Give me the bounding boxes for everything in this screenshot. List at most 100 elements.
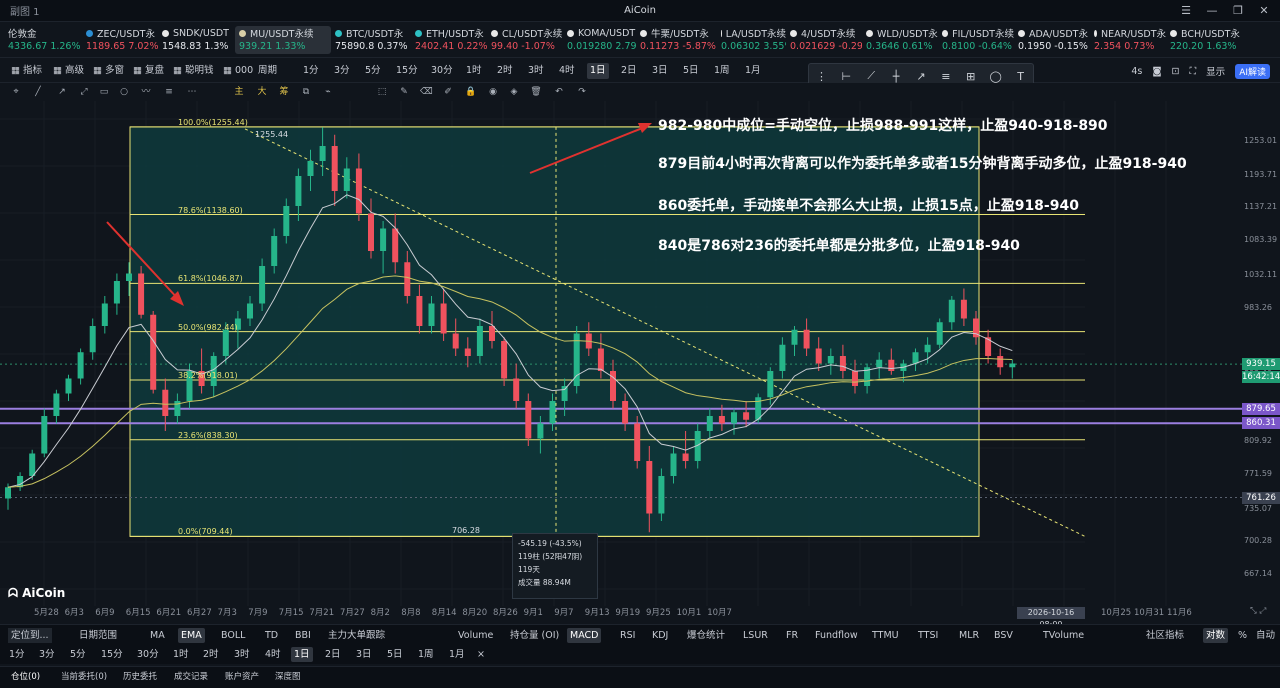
parallel-lines-icon[interactable]: ≡	[933, 70, 958, 83]
period-1[interactable]: 3分	[331, 63, 353, 79]
undo-icon[interactable]: ↶	[553, 86, 565, 98]
bottom-tab-1[interactable]: 当前委托(0)	[58, 670, 110, 685]
period-3[interactable]: 15分	[393, 63, 421, 79]
redo-icon[interactable]: ↷	[576, 86, 588, 98]
sub-period-13[interactable]: 1周	[415, 647, 437, 662]
sub-period-5[interactable]: 1时	[170, 647, 192, 662]
ticker-item[interactable]: FIL/USDT永续 0.8100 -0.64%	[942, 26, 1014, 54]
bottom-tab-5[interactable]: 深度图	[272, 670, 304, 685]
sub-indicator-12[interactable]: BSV	[991, 628, 1016, 643]
display-button[interactable]: 显示	[1206, 64, 1225, 78]
more-dots-icon[interactable]: ⋯	[186, 86, 198, 98]
period-2[interactable]: 5分	[362, 63, 384, 79]
layers-icon[interactable]: ◈	[508, 86, 520, 98]
ticker-item[interactable]: ADA/USDT永 0.1950 -0.15%	[1018, 26, 1090, 54]
sub-indicator-6[interactable]: LSUR	[740, 628, 771, 643]
eraser-icon[interactable]: ⌫	[420, 86, 433, 98]
right-option-1[interactable]: 对数	[1203, 628, 1229, 643]
ray-icon[interactable]: ↗	[56, 86, 68, 98]
sub-period-0[interactable]: 1分	[6, 647, 28, 662]
period-4[interactable]: 30分	[428, 63, 456, 79]
arrow-line-icon[interactable]: ↗	[909, 70, 934, 83]
period-10[interactable]: 2日	[618, 63, 640, 79]
period-label[interactable]: 周期	[255, 63, 280, 79]
sub-indicator-0[interactable]: Volume	[455, 628, 496, 643]
sub-indicator-4[interactable]: KDJ	[649, 628, 671, 643]
sub-period-7[interactable]: 3时	[231, 647, 253, 662]
window-tab[interactable]: 副图 1	[0, 3, 200, 18]
trash-icon[interactable]: 🗑	[530, 86, 542, 98]
close-icon[interactable]: ✕	[1256, 3, 1272, 19]
sub-period-14[interactable]: 1月	[446, 647, 468, 662]
horizontal-line-icon[interactable]: ⊢	[834, 70, 859, 83]
ticker-item[interactable]: SNDK/USDT 1548.83 1.3%	[162, 26, 231, 54]
ticker-item[interactable]: CL/USDT永续 99.40 -1.07%	[491, 26, 563, 54]
toolbar-indicator[interactable]: ▦ 指标	[8, 63, 45, 79]
ai-interpret-button[interactable]: AI解读	[1235, 63, 1270, 79]
ellipse-icon[interactable]: ◯	[983, 70, 1008, 83]
rect-icon[interactable]: ▭	[98, 86, 110, 98]
toolbar-more[interactable]: ▦ 000	[220, 63, 256, 79]
main-indicator-1[interactable]: EMA	[178, 628, 205, 643]
bottom-tab-3[interactable]: 成交记录	[171, 670, 211, 685]
main-indicator-4[interactable]: BBI	[292, 628, 314, 643]
ticker-item[interactable]: 伦敦金 4336.67 1.26%	[8, 26, 82, 54]
sub-indicator-9[interactable]: TTMU	[869, 628, 902, 643]
sub-indicator-3[interactable]: RSI	[617, 628, 638, 643]
right-option-2[interactable]: %	[1235, 628, 1250, 643]
fib-tool-icon[interactable]: ⊞	[958, 70, 983, 83]
ruler-icon[interactable]: ✎	[398, 86, 410, 98]
ticker-item[interactable]: NEAR/USDT永 2.354 0.73%	[1094, 26, 1166, 54]
main-indicator-5[interactable]: 主力大单跟踪	[325, 628, 388, 643]
period-12[interactable]: 5日	[680, 63, 702, 79]
line-icon[interactable]: ╱	[32, 86, 44, 98]
cursor-icon[interactable]: ⌖	[10, 86, 22, 98]
sub-indicator-11[interactable]: MLR	[956, 628, 982, 643]
sub-period-10[interactable]: 2日	[322, 647, 344, 662]
toolbar-multi-window[interactable]: ▦ 多窗	[90, 63, 127, 79]
sub-period-4[interactable]: 30分	[134, 647, 162, 662]
sub-indicator-5[interactable]: 爆仓统计	[684, 628, 728, 643]
period-8[interactable]: 4时	[556, 63, 578, 79]
price-chart[interactable]: 100.0%(1255.44) 78.6%(1138.60) 61.8%(1046.…	[0, 101, 1280, 606]
sub-indicator-2[interactable]: MACD	[567, 628, 602, 643]
lock-icon[interactable]: 🔒	[465, 86, 477, 98]
ticker-item[interactable]: ETH/USDT永 2402.41 0.22%	[415, 26, 487, 54]
text-icon[interactable]: ≡	[163, 86, 175, 98]
fib-icon[interactable]: 筹	[278, 86, 290, 98]
main-indicator-3[interactable]: TD	[262, 628, 281, 643]
bottom-tab-0[interactable]: 仓位(0)	[8, 670, 43, 685]
vertical-line-icon[interactable]: ┼	[884, 70, 909, 83]
close-icon[interactable]: ×	[474, 647, 488, 662]
period-6[interactable]: 2时	[494, 63, 516, 79]
zoom-icon[interactable]: ⤡ ⤢	[1250, 606, 1266, 616]
ticker-item[interactable]: BTC/USDT永 75890.8 0.37%	[335, 26, 411, 54]
period-7[interactable]: 3时	[525, 63, 547, 79]
eye-icon[interactable]: ◉	[487, 86, 499, 98]
ticker-item[interactable]: 4/USDT永续0.021629 -0.29%	[790, 26, 862, 54]
period-11[interactable]: 3日	[649, 63, 671, 79]
sub-period-8[interactable]: 4时	[262, 647, 284, 662]
right-option-3[interactable]: 自动	[1253, 628, 1278, 643]
text-tool-icon[interactable]: T	[1008, 70, 1033, 83]
trend-line-icon[interactable]: ⟋	[859, 69, 884, 83]
big-icon[interactable]: 大	[256, 86, 268, 98]
layout-icon[interactable]: ⊡	[1172, 66, 1180, 77]
menu-icon[interactable]: ☰	[1178, 3, 1194, 19]
select-icon[interactable]: ⬚	[376, 86, 388, 98]
main-icon[interactable]: 主	[233, 86, 245, 98]
period-0[interactable]: 1分	[300, 63, 322, 79]
minimize-icon[interactable]: —	[1204, 3, 1220, 19]
toolbar-replay[interactable]: ▦ 复盘	[130, 63, 167, 79]
camera-icon[interactable]: ◙	[1152, 66, 1161, 77]
sub-period-6[interactable]: 2时	[200, 647, 222, 662]
ticker-item[interactable]: MU/USDT永续 939.21 1.33%	[235, 26, 331, 54]
restore-icon[interactable]: ❐	[1230, 3, 1246, 19]
brush-icon[interactable]: ✐	[442, 86, 454, 98]
sub-period-1[interactable]: 3分	[36, 647, 58, 662]
sub-indicator-1[interactable]: 持仓量 (OI)	[507, 628, 562, 643]
toolbar-smart-money[interactable]: ▦ 聪明钱	[170, 63, 217, 79]
sub-indicator-8[interactable]: Fundflow	[812, 628, 861, 643]
sub-period-9[interactable]: 1日	[291, 647, 313, 662]
main-indicator-0[interactable]: MA	[147, 628, 168, 643]
